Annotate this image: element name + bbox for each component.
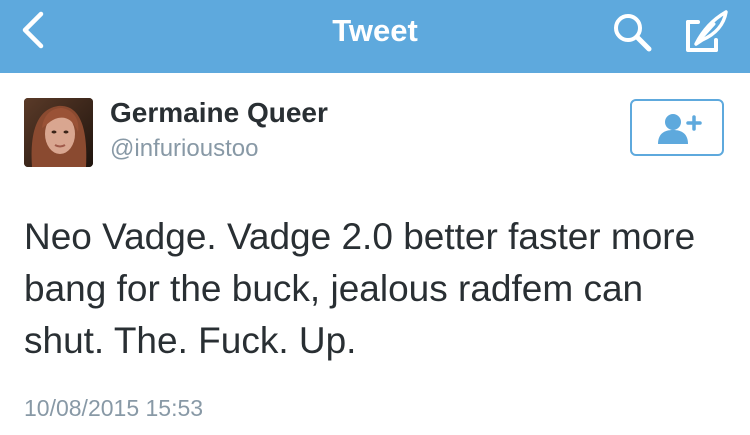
compose-tweet-button[interactable] (684, 8, 730, 54)
back-button[interactable] (14, 10, 54, 50)
tweet-timestamp: 10/08/2015 15:53 (24, 395, 204, 421)
profile-photo (24, 98, 93, 167)
search-button[interactable] (610, 10, 654, 54)
page-title: Tweet (332, 13, 418, 48)
author-avatar[interactable] (24, 98, 93, 167)
author-handle[interactable]: @infurioustoo (110, 135, 258, 163)
follow-button[interactable] (630, 99, 724, 156)
add-user-icon (658, 114, 702, 144)
search-icon (614, 14, 652, 52)
top-navigation-bar: Tweet (0, 0, 750, 73)
chevron-left-icon (22, 11, 44, 49)
author-name[interactable]: Germaine Queer (110, 97, 328, 129)
compose-tweet-icon (686, 10, 728, 52)
tweet-text: Neo Vadge. Vadge 2.0 better faster more … (24, 216, 696, 361)
